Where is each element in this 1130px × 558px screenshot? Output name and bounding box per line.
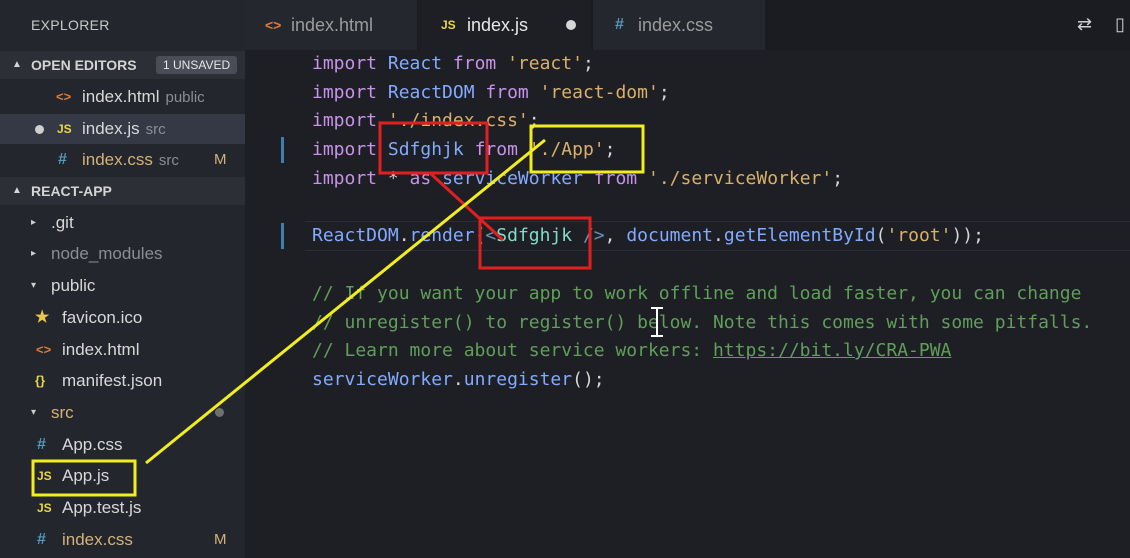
file-name: manifest.json: [62, 371, 163, 390]
tree-item-favicon[interactable]: ★ favicon.ico: [0, 303, 245, 333]
folder-name: public: [51, 276, 96, 295]
tree-item-app-test-js[interactable]: JS App.test.js: [0, 493, 245, 523]
tab-label: index.html: [291, 15, 374, 35]
code-line-1: import React from 'react';: [312, 53, 594, 74]
file-name: index.html: [62, 340, 140, 359]
folder-name: src: [51, 403, 74, 422]
file-name: App.js: [62, 466, 110, 485]
unsaved-badge: 1 UNSAVED: [156, 56, 238, 74]
tree-item-public[interactable]: ▾ public: [0, 271, 245, 301]
file-folder: src: [158, 152, 179, 169]
modified-indicator: M: [214, 151, 227, 168]
editor-tab-bar: <> index.html JS index.js # index.css ⇄ …: [245, 0, 1130, 50]
html-file-icon: <>: [265, 17, 282, 33]
open-editor-index-js[interactable]: JS index.js src: [0, 114, 245, 144]
file-name: index.html: [82, 87, 160, 106]
comment-line-2: // unregister() to register() below. Not…: [312, 312, 1093, 333]
code-line-render: ReactDOM.render(<Sdfghjk />, document.ge…: [312, 225, 984, 246]
split-editor-icon[interactable]: ▯: [1115, 14, 1125, 35]
explorer-sidebar: EXPLORER ▲ OPEN EDITORS 1 UNSAVED <> ind…: [0, 0, 245, 558]
tab-label: index.js: [467, 15, 529, 35]
css-file-icon: #: [37, 436, 46, 453]
file-name: App.test.js: [62, 498, 142, 517]
tab-index-js[interactable]: JS index.js: [419, 0, 591, 50]
css-file-icon: #: [615, 16, 624, 33]
open-editor-index-css[interactable]: # index.css src M: [0, 145, 245, 175]
tree-item-app-css[interactable]: # App.css: [0, 430, 245, 460]
chevron-right-icon: ▸: [31, 217, 37, 228]
star-icon: ★: [35, 309, 50, 326]
chevron-down-icon: ▾: [31, 280, 37, 291]
file-folder: src: [145, 121, 166, 138]
tree-item-git[interactable]: ▸ .git: [0, 208, 245, 238]
modified-indicator: M: [214, 531, 227, 548]
html-file-icon: <>: [56, 89, 72, 104]
folder-name: .git: [51, 213, 74, 232]
js-file-icon: JS: [37, 469, 52, 483]
project-header[interactable]: ▲ REACT-APP: [0, 177, 245, 205]
js-file-icon: JS: [57, 122, 72, 136]
project-label: REACT-APP: [31, 183, 112, 199]
tab-index-css[interactable]: # index.css: [593, 0, 765, 50]
file-name: App.css: [62, 435, 123, 454]
modified-dot-icon: [215, 408, 224, 417]
code-line-4: import Sdfghjk from './App';: [312, 139, 616, 160]
code-line-unregister: serviceWorker.unregister();: [312, 369, 605, 390]
json-file-icon: {}: [35, 373, 46, 388]
tree-item-manifest[interactable]: {} manifest.json: [0, 366, 245, 396]
css-file-icon: #: [37, 531, 46, 548]
css-file-icon: #: [58, 151, 67, 168]
tree-item-index-css[interactable]: # index.css M: [0, 525, 245, 555]
open-editors-header[interactable]: ▲ OPEN EDITORS 1 UNSAVED: [0, 51, 245, 79]
html-file-icon: <>: [36, 342, 52, 357]
explorer-title: EXPLORER: [31, 17, 110, 33]
compare-changes-icon[interactable]: ⇄: [1077, 14, 1092, 35]
pwa-link[interactable]: https://bit.ly/CRA-PWA: [713, 340, 951, 361]
js-file-icon: JS: [37, 501, 52, 515]
open-editor-index-html[interactable]: <> index.html public: [0, 82, 245, 112]
file-name: index.css: [62, 530, 133, 549]
file-name: favicon.ico: [62, 308, 143, 327]
unsaved-dot-icon[interactable]: [566, 20, 576, 30]
open-editors-label: OPEN EDITORS: [31, 57, 137, 73]
file-folder: public: [165, 89, 205, 106]
collapse-arrow-icon: ▲: [12, 185, 22, 196]
tree-item-index-html[interactable]: <> index.html: [0, 335, 245, 365]
file-name: index.css: [82, 150, 153, 169]
chevron-right-icon: ▸: [31, 248, 37, 259]
tree-item-node-modules[interactable]: ▸ node_modules: [0, 239, 245, 269]
file-name: index.js: [82, 119, 140, 138]
tab-label: index.css: [638, 15, 714, 35]
chevron-down-icon: ▾: [31, 407, 37, 418]
folder-name: node_modules: [51, 244, 163, 263]
unsaved-dot-icon[interactable]: [35, 125, 44, 134]
comment-line-1: // If you want your app to work offline …: [312, 283, 1082, 304]
git-modified-gutter-mark: [281, 223, 284, 249]
tab-index-html[interactable]: <> index.html: [245, 0, 417, 50]
git-modified-gutter-mark: [281, 137, 284, 163]
code-line-3: import './index.css';: [312, 110, 540, 131]
tree-item-src[interactable]: ▾ src: [0, 398, 245, 428]
collapse-arrow-icon: ▲: [12, 59, 22, 70]
comment-line-3: // Learn more about service workers: htt…: [312, 340, 952, 361]
js-file-icon: JS: [441, 18, 456, 32]
code-line-2: import ReactDOM from 'react-dom';: [312, 82, 670, 103]
code-editor[interactable]: import React from 'react'; import ReactD…: [245, 50, 1130, 558]
code-line-5: import * as serviceWorker from './servic…: [312, 168, 844, 189]
tree-item-app-js[interactable]: JS App.js: [0, 461, 245, 491]
